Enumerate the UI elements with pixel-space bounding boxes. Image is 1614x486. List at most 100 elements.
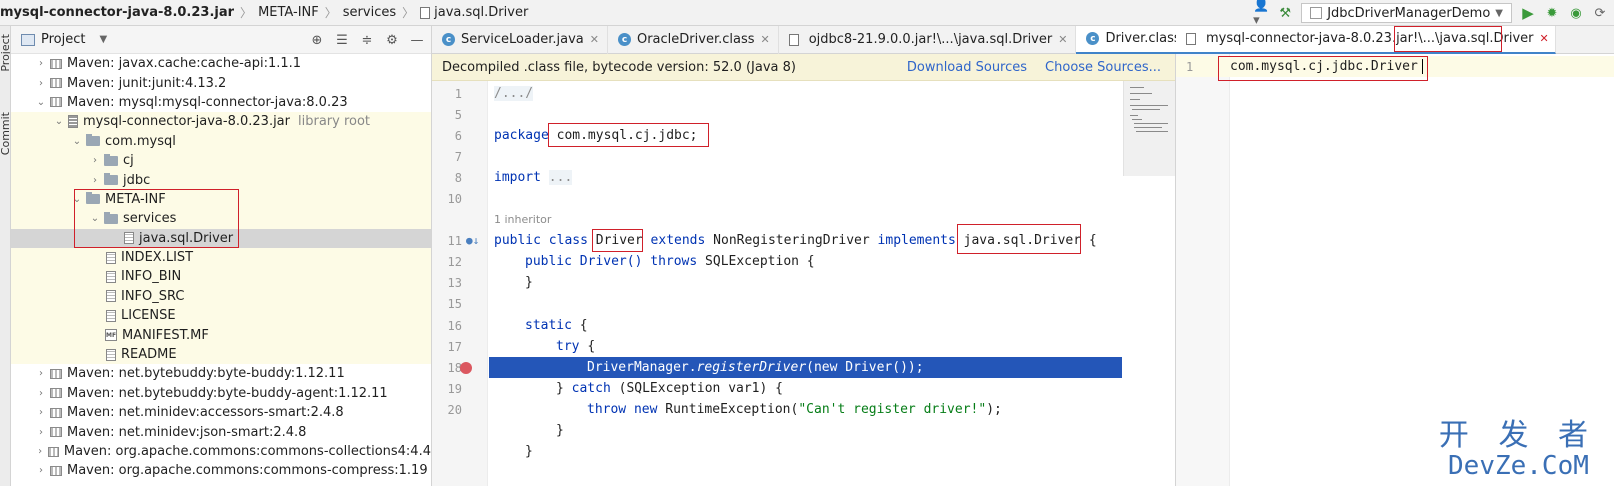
tree-item[interactable]: › jdbc	[11, 170, 431, 190]
tree-item[interactable]: › Maven: org.apache.commons:commons-colle…	[11, 442, 431, 461]
tree-item-label: INDEX.LIST	[121, 250, 194, 266]
run-icon[interactable]: ▶	[1520, 4, 1536, 22]
line-number: 8	[454, 170, 462, 185]
code-line: 16 static {	[432, 315, 1176, 336]
close-icon[interactable]: ✕	[1540, 32, 1549, 45]
tree-item[interactable]: › Maven: javax.cache:cache-api:1.1.1	[11, 54, 431, 73]
tab-oracle-driver[interactable]: c OracleDriver.class ✕	[608, 25, 779, 54]
close-icon[interactable]: ✕	[761, 33, 770, 46]
inheritor-hint[interactable]: 1 inheritor	[494, 213, 551, 226]
locate-icon[interactable]: ⊕	[309, 32, 325, 48]
expand-arrow-icon[interactable]: ›	[89, 155, 101, 166]
build-hammer-icon[interactable]: ⚒	[1277, 5, 1293, 21]
expand-arrow-icon[interactable]: ›	[35, 78, 47, 89]
tree-item[interactable]: › Maven: net.bytebuddy:byte-buddy-agent:1…	[11, 384, 431, 403]
download-sources-link[interactable]: Download Sources	[907, 60, 1027, 75]
annotation-highlight-box	[548, 123, 709, 147]
breadcrumb-meta-inf[interactable]: META-INF	[258, 5, 319, 20]
code-line: 5	[432, 104, 1176, 125]
tree-item[interactable]: INFO_BIN	[11, 267, 431, 287]
code-text: }	[556, 381, 572, 396]
tree-item-label: cj	[123, 153, 134, 169]
breadcrumb-jar[interactable]: mysql-connector-java-8.0.23.jar	[0, 5, 234, 20]
annotation-highlight-box	[592, 229, 643, 252]
breadcrumb-services[interactable]: services	[343, 5, 396, 20]
watermark-site: DevZe.CoM	[1448, 451, 1589, 481]
collapse-arrow-icon[interactable]: ⌄	[71, 136, 83, 147]
tree-item[interactable]: › Maven: net.minidev:json-smart:2.4.8	[11, 422, 431, 441]
tree-item-label: com.mysql	[105, 133, 176, 149]
expand-arrow-icon[interactable]: ›	[89, 175, 101, 186]
implements-gutter-icon[interactable]: ●↓	[466, 234, 479, 247]
code-line: 13}	[432, 272, 1176, 293]
tree-item-label: INFO_SRC	[121, 288, 185, 304]
tree-item[interactable]: › Maven: net.bytebuddy:byte-buddy:1.12.11	[11, 364, 431, 383]
stop-icon[interactable]: ⟳	[1592, 5, 1608, 21]
string-literal: "Can't register driver!"	[798, 402, 987, 417]
tree-item[interactable]: README	[11, 344, 431, 365]
minimap[interactable]	[1123, 81, 1175, 176]
expand-arrow-icon[interactable]: ›	[35, 427, 47, 438]
expand-arrow-icon[interactable]: ›	[35, 388, 47, 399]
breadcrumb-java-sql-driver[interactable]: java.sql.Driver	[434, 5, 528, 20]
tree-item[interactable]: › Maven: junit:junit:4.13.2	[11, 73, 431, 92]
tree-item-label: Maven: javax.cache:cache-api:1.1.1	[67, 56, 302, 72]
commit-tool-button[interactable]: Commit	[0, 112, 10, 155]
code-text: {	[587, 339, 596, 354]
collapse-arrow-icon[interactable]: ⌄	[35, 97, 47, 108]
tree-item[interactable]: LICENSE	[11, 306, 431, 326]
code-area[interactable]: 1/.../ 5 6 package com.mysql.cj.jdbc; 7 8…	[432, 81, 1176, 486]
expand-arrow-icon[interactable]: ›	[35, 446, 45, 457]
keyword: implements	[877, 233, 956, 248]
close-icon[interactable]: ✕	[590, 33, 599, 46]
folded-imports[interactable]: ...	[548, 170, 573, 185]
tree-item[interactable]: MF MANIFEST.MF	[11, 325, 431, 345]
line-number: 6	[454, 128, 462, 143]
project-panel-title[interactable]: Project	[41, 32, 85, 47]
tree-item[interactable]: › cj	[11, 150, 431, 171]
tree-item[interactable]: ⌄ com.mysql	[11, 131, 431, 151]
coverage-icon[interactable]: ◉	[1568, 5, 1584, 21]
file-icon	[106, 309, 116, 322]
expand-arrow-icon[interactable]: ›	[35, 58, 47, 69]
chevron-down-icon[interactable]: ▼	[99, 34, 107, 45]
tree-item[interactable]: › Maven: net.minidev:accessors-smart:2.4.…	[11, 403, 431, 422]
tab-service-loader[interactable]: c ServiceLoader.java ✕	[432, 25, 608, 54]
library-root-hint: library root	[298, 114, 371, 130]
tab-ojdbc-driver[interactable]: ojdbc8-21.9.0.0.jar!\...\java.sql.Driver…	[779, 25, 1077, 54]
tree-item[interactable]: INFO_SRC	[11, 286, 431, 307]
tree-item[interactable]: › Maven: org.apache.commons:commons-compr…	[11, 461, 431, 480]
project-tool-button[interactable]: Project	[0, 34, 10, 72]
code-line: 17 try {	[432, 336, 1176, 357]
tree-item[interactable]: ⌄ Maven: mysql:mysql-connector-java:8.0.2…	[11, 93, 431, 112]
run-configuration-select[interactable]: JdbcDriverManagerDemo ▼	[1301, 3, 1512, 23]
line-number: 20	[447, 402, 462, 417]
user-icon[interactable]: 👤▾	[1253, 0, 1269, 28]
chevron-down-icon: ▼	[1495, 7, 1503, 19]
folded-header[interactable]: /.../	[494, 86, 534, 101]
tree-item[interactable]: ⌄ mysql-connector-java-8.0.23.jar library …	[11, 112, 431, 132]
gear-icon[interactable]: ⚙	[384, 32, 400, 48]
close-icon[interactable]: ✕	[1058, 33, 1067, 46]
tree-item[interactable]: INDEX.LIST	[11, 247, 431, 268]
code-line: 15	[432, 293, 1176, 314]
package-icon	[86, 134, 100, 147]
tree-item-label: Maven: org.apache.commons:commons-compre…	[67, 463, 428, 479]
tree-item-label: README	[121, 347, 177, 363]
parent-class: NonRegisteringDriver	[713, 233, 870, 248]
code-text: RuntimeException(	[665, 402, 799, 417]
expand-arrow-icon[interactable]: ›	[35, 407, 47, 418]
expand-arrow-icon[interactable]: ›	[35, 465, 47, 476]
library-icon	[50, 368, 62, 379]
breakpoint-icon[interactable]	[460, 361, 472, 374]
collapse-all-icon[interactable]: ≑	[359, 32, 375, 48]
tree-item-label: MANIFEST.MF	[122, 327, 209, 343]
debug-icon[interactable]: ✹	[1544, 5, 1560, 21]
annotation-highlight-box	[1394, 26, 1502, 52]
collapse-arrow-icon[interactable]: ⌄	[53, 116, 65, 127]
tree-item-label: Maven: net.bytebuddy:byte-buddy-agent:1.…	[67, 385, 388, 401]
choose-sources-link[interactable]: Choose Sources...	[1045, 60, 1161, 75]
hide-icon[interactable]: —	[409, 32, 425, 48]
expand-all-icon[interactable]: ☰	[334, 32, 350, 48]
expand-arrow-icon[interactable]: ›	[35, 368, 47, 379]
